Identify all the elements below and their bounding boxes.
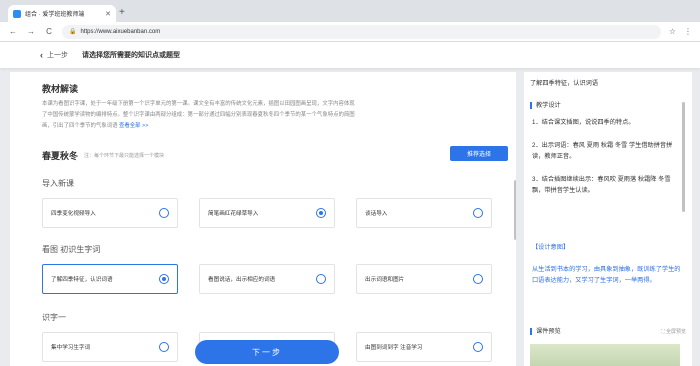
back-label: 上一步 xyxy=(47,52,68,59)
option-label: 四季变化视频导入 xyxy=(51,211,96,217)
radio-button[interactable] xyxy=(159,208,169,218)
plan-header: 春夏秋冬 注：每个环节下最只能选择一个模块 推荐选择 xyxy=(42,146,508,162)
option-label: 看图说话，出示相应的词语 xyxy=(208,277,276,283)
design-step: 1．结合课文插图，说说四季的特点。 xyxy=(532,119,635,126)
next-step-button[interactable]: 下一步 xyxy=(195,340,339,364)
option-label: 由图到词到字 注音学习 xyxy=(365,345,423,351)
preview-header: 课件预览 ⛶ 全屏预览 xyxy=(530,328,686,335)
site-favicon-icon xyxy=(13,9,21,18)
view-all-link[interactable]: 查看全部 >> xyxy=(119,123,148,129)
group-label: 导入新课 xyxy=(42,179,74,188)
sidebar-scrollbar[interactable] xyxy=(682,102,685,212)
option-label: 集中学习生字词 xyxy=(51,345,91,351)
plan-title: 春夏秋冬 xyxy=(42,151,79,161)
page-header: ‹ 上一步 请选择您所需要的知识点或题型 xyxy=(0,42,700,68)
option-card[interactable]: 谈话导入 xyxy=(356,198,492,228)
radio-button[interactable] xyxy=(316,274,326,284)
radio-button[interactable] xyxy=(159,342,169,352)
new-tab-icon[interactable]: + xyxy=(119,8,125,18)
selected-option-title: 了解四季特征，认识词语 xyxy=(530,80,599,87)
page-title: 请选择您所需要的知识点或题型 xyxy=(82,52,180,59)
chevron-left-icon: ‹ xyxy=(40,50,43,60)
option-card[interactable]: 简笔画红花绿草导入 xyxy=(199,198,335,228)
group-label: 识字一 xyxy=(42,313,66,322)
option-card[interactable]: 了解四季特征，认识词语 xyxy=(42,264,178,294)
preview-heading: 课件预览 xyxy=(530,328,561,335)
back-arrow-icon[interactable]: ← xyxy=(8,27,18,36)
forward-arrow-icon[interactable]: → xyxy=(26,27,36,36)
intro-text: 本课为看图识字课，处于一年级下册第一个识字单元的第一课。课文全有丰富的传统文化元… xyxy=(42,99,358,132)
option-label: 了解四季特征，认识词语 xyxy=(51,277,113,283)
main-scrollbar[interactable] xyxy=(514,180,516,240)
fullscreen-preview-button[interactable]: ⛶ 全屏预览 xyxy=(661,328,686,335)
radio-button[interactable] xyxy=(473,208,483,218)
intro-title: 教材解读 xyxy=(42,84,79,94)
star-icon[interactable]: ☆ xyxy=(669,27,676,36)
option-label: 谈话导入 xyxy=(365,211,388,217)
group-label: 看图 初识生字词 xyxy=(42,245,101,254)
menu-dots-icon[interactable]: ⋮ xyxy=(684,27,692,36)
close-icon[interactable]: ✕ xyxy=(105,10,111,18)
design-heading: 教学设计 xyxy=(530,102,561,109)
option-card[interactable]: 出示词语和图片 xyxy=(356,264,492,294)
lock-icon: 🔒 xyxy=(69,29,77,35)
reload-icon[interactable]: C xyxy=(44,27,54,36)
option-label: 出示词语和图片 xyxy=(365,277,405,283)
browser-toolbar: ← → C 🔒 https://www.aixuebanban.com ☆ ⋮ xyxy=(0,22,700,42)
design-step: 2．出示词语：春风 夏雨 秋霜 冬雪 学生借助拼音拼读，教师正音。 xyxy=(532,142,673,160)
browser-tab[interactable]: 组合 · 爱学班班教师端 ✕ xyxy=(8,5,116,22)
option-card[interactable]: 看图说话，出示相应的词语 xyxy=(199,264,335,294)
plan-note: 注：每个环节下最只能选择一个模块 xyxy=(84,153,165,159)
intro-body: 本课为看图识字课，处于一年级下册第一个识字单元的第一课。课文全有丰富的传统文化元… xyxy=(42,101,355,129)
fullscreen-label: 全屏预览 xyxy=(665,329,686,335)
option-card[interactable]: 由图到词到字 注音学习 xyxy=(356,332,492,362)
option-card[interactable]: 集中学习生字词 xyxy=(42,332,178,362)
radio-button[interactable] xyxy=(159,274,169,284)
intent-text: 从生活到书本的学习，由具象到抽象，既训练了学生的口语表达能力，又学习了生字词，一… xyxy=(532,266,681,284)
radio-button[interactable] xyxy=(316,208,326,218)
back-button[interactable]: ‹ 上一步 xyxy=(40,50,68,60)
recommend-button[interactable]: 推荐选择 xyxy=(450,146,508,161)
option-card[interactable]: 四季变化视频导入 xyxy=(42,198,178,228)
detail-sidebar: 了解四季特征，认识词语 教学设计 1．结合课文插图，说说四季的特点。 2．出示词… xyxy=(524,72,692,366)
option-label: 简笔画红花绿草导入 xyxy=(208,211,259,217)
tab-title: 组合 · 爱学班班教师端 xyxy=(25,12,85,18)
design-step: 3．结合插图继续出示：春风吹 夏雨落 秋霜降 冬雪飘，带拼音学生认读。 xyxy=(532,176,671,194)
url-text: https://www.aixuebanban.com xyxy=(80,28,161,35)
browser-tab-strip: 组合 · 爱学班班教师端 ✕ + xyxy=(0,0,700,22)
radio-button[interactable] xyxy=(473,342,483,352)
intent-heading: 【设计意图】 xyxy=(532,244,570,251)
radio-button[interactable] xyxy=(473,274,483,284)
main-panel: 教材解读 本课为看图识字课，处于一年级下册第一个识字单元的第一课。课文全有丰富的… xyxy=(10,72,516,366)
courseware-preview-thumbnail[interactable] xyxy=(530,344,680,366)
address-bar[interactable]: 🔒 https://www.aixuebanban.com xyxy=(62,24,661,39)
